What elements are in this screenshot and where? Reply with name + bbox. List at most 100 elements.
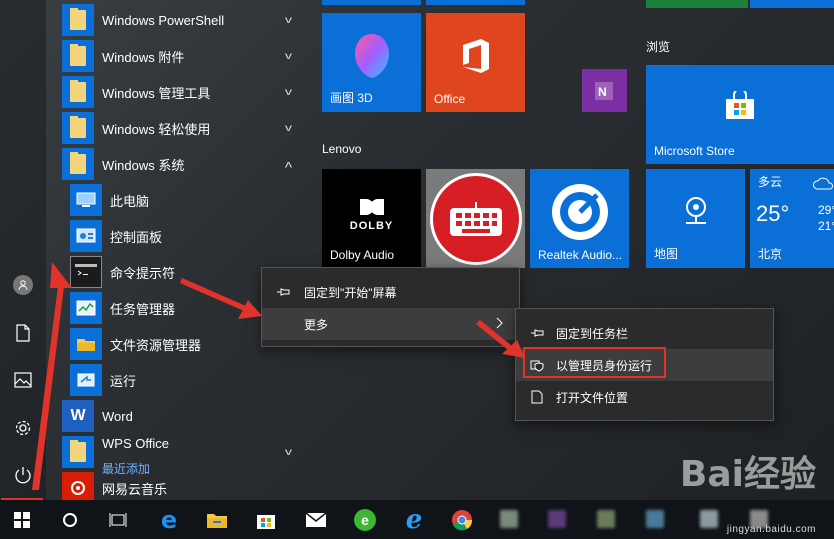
search-button[interactable] xyxy=(54,504,86,536)
user-avatar-button[interactable] xyxy=(6,268,40,302)
baidu-watermark: Bai经验 xyxy=(679,454,816,495)
app-item-windows-accessories[interactable]: Windows 附件 v xyxy=(46,38,314,74)
pictures-button[interactable] xyxy=(6,363,40,397)
context-menu: 固定到"开始"屏幕 更多 xyxy=(261,267,520,347)
folder-icon xyxy=(62,436,94,468)
taskbar-mail[interactable] xyxy=(300,504,332,536)
app-label: 此电脑 xyxy=(110,193,150,209)
app-label: 任务管理器 xyxy=(110,301,176,317)
menu-item-open-file-location[interactable]: 打开文件位置 xyxy=(516,381,773,413)
menu-item-pin-to-taskbar[interactable]: 固定到任务栏 xyxy=(516,317,773,349)
map-pin-icon xyxy=(685,196,706,224)
menu-item-pin-to-start[interactable]: 固定到"开始"屏幕 xyxy=(262,276,519,308)
mail-icon xyxy=(305,512,327,527)
taskbar-store[interactable] xyxy=(250,504,282,536)
app-item-windows-ease-of-access[interactable]: Windows 轻松使用 v xyxy=(46,110,314,146)
task-view-button[interactable] xyxy=(102,504,134,536)
tile-lenovo-keyboard[interactable] xyxy=(426,169,525,268)
highlight-box-run-as-admin xyxy=(523,347,666,378)
app-label: Windows 轻松使用 xyxy=(102,121,211,137)
pin-icon xyxy=(276,287,290,297)
taskbar-edge[interactable]: e xyxy=(153,504,185,536)
folder-icon xyxy=(62,112,94,144)
tile-paint-3d[interactable]: 画图 3D xyxy=(322,13,421,112)
app-label: Windows 系统 xyxy=(102,157,185,173)
office-icon xyxy=(462,38,489,73)
taskbar-app-blurred[interactable] xyxy=(500,510,518,528)
settings-button[interactable] xyxy=(6,411,40,445)
app-label: 控制面板 xyxy=(110,229,163,245)
taskbar-app-blurred[interactable] xyxy=(700,510,718,528)
tile-realtek-audio[interactable]: Realtek Audio... xyxy=(530,169,629,268)
app-label: 文件资源管理器 xyxy=(110,337,202,353)
tile-onenote[interactable]: N xyxy=(582,69,627,112)
chevron-down-icon: v xyxy=(285,14,292,26)
app-item-wps-office[interactable]: WPS Office v xyxy=(46,434,314,470)
folder-icon xyxy=(62,4,94,36)
tile-partial-top-2[interactable] xyxy=(426,0,525,5)
chrome-icon xyxy=(452,510,473,531)
document-icon xyxy=(530,390,544,404)
chevron-down-icon: v xyxy=(285,122,292,134)
chevron-down-icon: v xyxy=(285,446,292,458)
app-label: Windows PowerShell xyxy=(102,12,225,28)
app-item-this-pc[interactable]: 此电脑 xyxy=(46,182,314,218)
documents-button[interactable] xyxy=(6,316,40,350)
tile-maps[interactable]: 地图 xyxy=(646,169,745,268)
taskbar-app-blurred[interactable] xyxy=(646,510,664,528)
taskbar-ie[interactable]: e xyxy=(398,504,430,536)
menu-item-label: 打开文件位置 xyxy=(556,390,629,405)
app-label: Windows 附件 xyxy=(102,49,185,65)
tile-dolby-audio[interactable]: DOLBY Dolby Audio xyxy=(322,169,421,268)
app-item-control-panel[interactable]: 控制面板 xyxy=(46,218,314,254)
task-manager-icon xyxy=(70,292,102,324)
file-explorer-icon xyxy=(70,328,102,360)
gear-icon xyxy=(15,420,31,436)
store-icon xyxy=(257,515,275,529)
app-label: Word xyxy=(102,408,133,424)
edge-icon: e xyxy=(160,506,178,534)
document-icon xyxy=(16,324,30,342)
app-label: 运行 xyxy=(110,373,137,389)
taskbar: e e e xyxy=(0,500,834,539)
tile-label: Dolby Audio xyxy=(330,248,395,262)
app-item-word[interactable]: W Word xyxy=(46,398,314,434)
app-item-run[interactable]: 运行 xyxy=(46,362,314,398)
store-icon xyxy=(726,90,754,119)
tile-office[interactable]: Office xyxy=(426,13,525,112)
windows-logo-icon xyxy=(14,512,30,528)
folder-icon xyxy=(207,514,227,528)
tile-weather[interactable]: 多云 25° 29° 21° 北京 xyxy=(750,169,834,268)
group-title-browse: 浏览 xyxy=(646,40,671,54)
start-rail xyxy=(0,0,46,500)
tile-label: 画图 3D xyxy=(330,91,373,105)
power-button[interactable] xyxy=(6,458,40,492)
tile-partial-top-1[interactable] xyxy=(322,0,421,5)
app-item-windows-admin-tools[interactable]: Windows 管理工具 v xyxy=(46,74,314,110)
task-view-icon xyxy=(109,513,127,527)
onenote-icon: N xyxy=(594,81,613,100)
taskbar-app-blurred[interactable] xyxy=(548,510,566,528)
menu-item-more[interactable]: 更多 xyxy=(262,308,519,340)
tile-microsoft-store[interactable]: Microsoft Store xyxy=(646,65,834,164)
app-label: 网易云音乐 xyxy=(102,481,168,497)
taskbar-chrome[interactable] xyxy=(446,504,478,536)
menu-item-label: 更多 xyxy=(304,317,329,332)
app-item-windows-powershell[interactable]: Windows PowerShell v xyxy=(46,2,314,38)
chevron-down-icon: v xyxy=(285,86,292,98)
chevron-up-icon: v xyxy=(285,158,292,170)
control-panel-icon xyxy=(70,220,102,252)
tile-label: Office xyxy=(434,92,466,106)
cortana-icon xyxy=(63,513,77,527)
taskbar-app-blurred[interactable] xyxy=(597,510,615,528)
app-item-windows-system[interactable]: Windows 系统 v xyxy=(46,146,314,182)
taskbar-file-explorer[interactable] xyxy=(201,504,233,536)
app-label: WPS Office xyxy=(102,436,169,451)
taskbar-360-browser[interactable]: e xyxy=(349,504,381,536)
start-button[interactable] xyxy=(6,504,38,536)
power-icon xyxy=(15,467,31,484)
user-icon xyxy=(13,275,33,295)
picture-icon xyxy=(14,372,32,388)
tile-partial-top-3[interactable] xyxy=(646,0,748,8)
tile-partial-top-4[interactable] xyxy=(750,0,834,8)
